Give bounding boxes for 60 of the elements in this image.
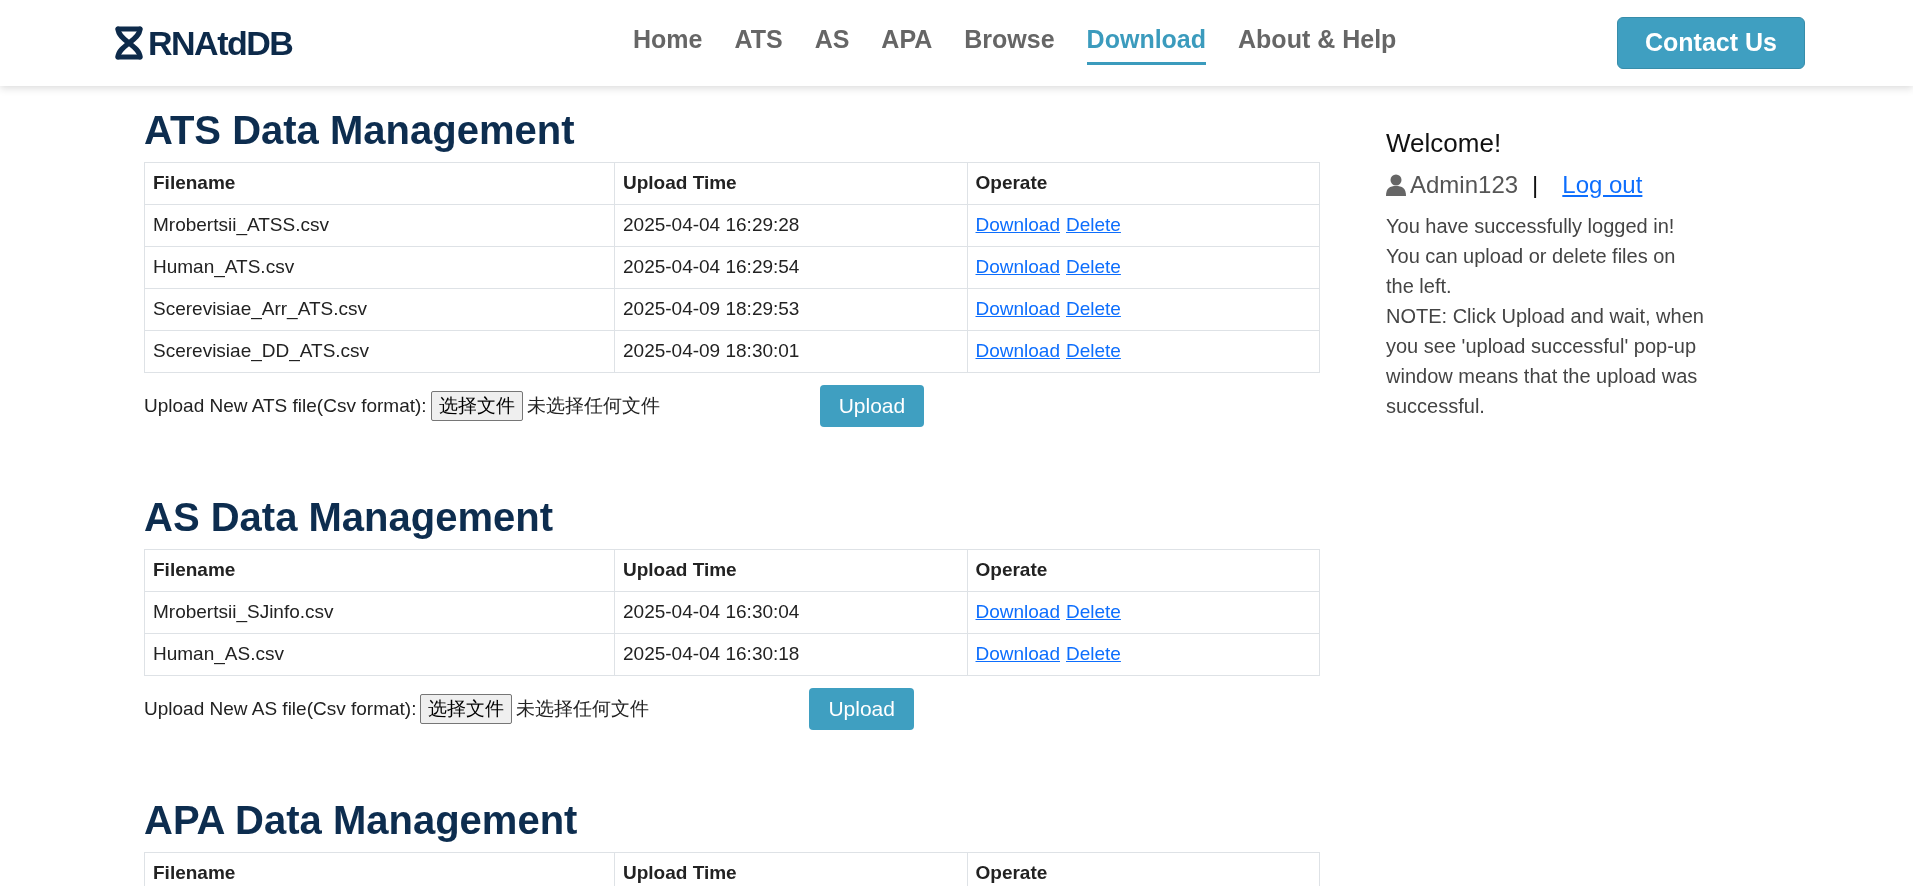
download-link[interactable]: Download	[975, 643, 1060, 665]
download-link[interactable]: Download	[975, 298, 1060, 320]
column-header: Upload Time	[614, 549, 967, 592]
table-cell: Scerevisiae_DD_ATS.csv	[144, 330, 615, 373]
table-cell: Human_ATS.csv	[144, 246, 615, 289]
delete-link[interactable]: Delete	[1066, 340, 1121, 362]
delete-link[interactable]: Delete	[1066, 643, 1121, 665]
nav-link[interactable]: About & Help	[1238, 21, 1397, 65]
contact-button[interactable]: Contact Us	[1617, 17, 1805, 69]
message-text: NOTE: Click Upload and wait, when you see 'upload successful' pop-up window means that the upload was successful.	[1386, 304, 1705, 419]
column-header: Filename	[144, 549, 615, 592]
choose-file-button[interactable]: 选择文件	[420, 693, 513, 725]
no-file-text: 未选择任何文件	[516, 696, 650, 721]
section-title: AS Data Management	[144, 494, 554, 541]
welcome-heading: Welcome!	[1386, 127, 1503, 160]
nav-link[interactable]: AS	[814, 21, 850, 65]
logo-text[interactable]: RNAtdDB	[148, 17, 293, 69]
table-cell: 2025-04-09 18:30:01	[614, 330, 967, 373]
column-header: Upload Time	[614, 852, 967, 886]
upload-label: Upload New AS file(Csv format):	[144, 696, 417, 721]
column-header: Filename	[144, 852, 615, 886]
delete-link[interactable]: Delete	[1066, 298, 1121, 320]
upload-label: Upload New ATS file(Csv format):	[144, 393, 427, 418]
column-header: Filename	[144, 162, 615, 205]
nav-link[interactable]: ATS	[734, 21, 783, 65]
download-link[interactable]: Download	[975, 340, 1060, 362]
username: Admin123	[1410, 170, 1519, 200]
table-cell: 2025-04-04 16:29:28	[614, 204, 967, 247]
upload-button[interactable]: Upload	[809, 688, 914, 730]
nav-link[interactable]: Home	[633, 21, 703, 65]
table-cell: 2025-04-04 16:30:04	[614, 591, 967, 634]
separator: |	[1532, 170, 1539, 200]
delete-link[interactable]: Delete	[1066, 214, 1121, 236]
download-link[interactable]: Download	[975, 214, 1060, 236]
download-link[interactable]: Download	[975, 256, 1060, 278]
download-link[interactable]: Download	[975, 601, 1060, 623]
column-header: Operate	[967, 162, 1320, 205]
message-text: You have successfully logged in! You can upload or delete files on the left.	[1386, 214, 1677, 299]
section-title: APA Data Management	[144, 797, 579, 844]
choose-file-button[interactable]: 选择文件	[430, 390, 523, 422]
nav-link[interactable]: APA	[881, 21, 933, 65]
delete-link[interactable]: Delete	[1066, 601, 1121, 623]
nav-link[interactable]: Browse	[964, 21, 1055, 65]
table-cell: Human_AS.csv	[144, 633, 615, 676]
user-icon	[1386, 174, 1406, 196]
column-header: Upload Time	[614, 162, 967, 205]
table-cell: Mrobertsii_ATSS.csv	[144, 204, 615, 247]
column-header: Operate	[967, 549, 1320, 592]
table-cell: Scerevisiae_Arr_ATS.csv	[144, 288, 615, 331]
nav-link[interactable]: Download	[1086, 21, 1207, 65]
delete-link[interactable]: Delete	[1066, 256, 1121, 278]
table-cell: Mrobertsii_SJinfo.csv	[144, 591, 615, 634]
logout-link[interactable]: Log out	[1562, 167, 1643, 203]
section-title: ATS Data Management	[144, 107, 576, 154]
column-header: Operate	[967, 852, 1320, 886]
no-file-text: 未选择任何文件	[526, 393, 660, 418]
table-cell: 2025-04-04 16:30:18	[614, 633, 967, 676]
upload-button[interactable]: Upload	[819, 385, 925, 427]
table-cell: 2025-04-04 16:29:54	[614, 246, 967, 289]
table-cell: 2025-04-09 18:29:53	[614, 288, 967, 331]
